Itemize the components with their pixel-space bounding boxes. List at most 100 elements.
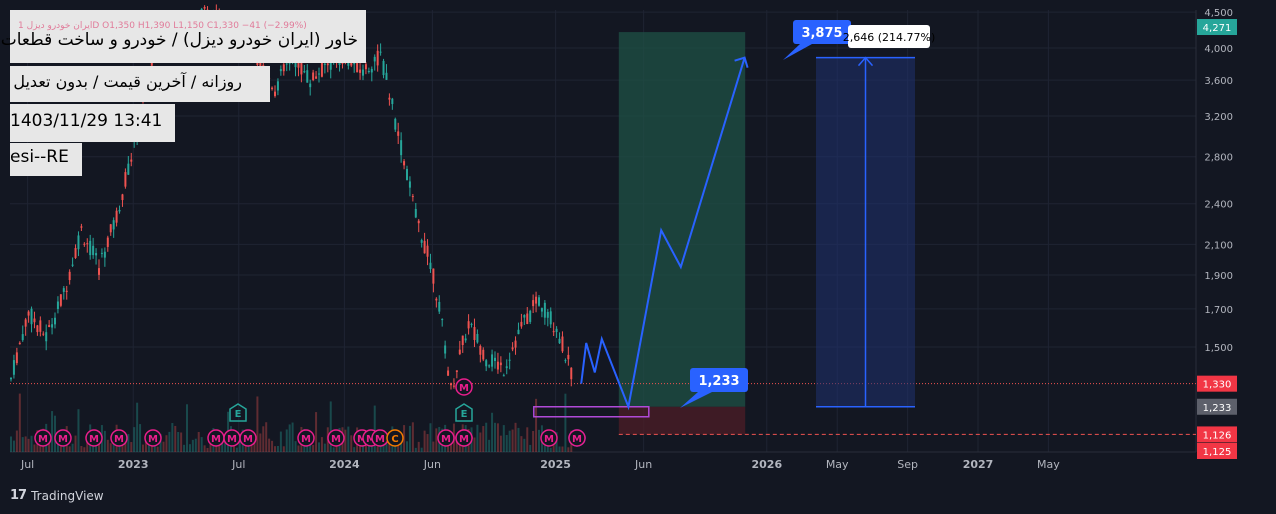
entry-label-text: 1,233: [698, 374, 739, 389]
tradingview-logo-icon: 17: [10, 488, 27, 503]
candle: [115, 210, 118, 223]
event-marker[interactable]: M: [568, 429, 586, 447]
candle: [397, 131, 400, 136]
volume-bar: [130, 442, 133, 452]
candle: [65, 290, 68, 292]
event-marker[interactable]: M: [437, 429, 455, 447]
event-marker-text: M: [544, 434, 554, 445]
event-marker[interactable]: M: [540, 429, 558, 447]
candle: [438, 301, 441, 312]
event-marker[interactable]: M: [239, 429, 257, 447]
candle: [12, 360, 15, 375]
event-marker[interactable]: M: [144, 429, 162, 447]
event-marker[interactable]: M: [297, 429, 315, 447]
event-marker[interactable]: M: [110, 429, 128, 447]
volume-bar: [188, 444, 191, 452]
candle: [203, 7, 206, 9]
candle: [282, 64, 285, 72]
event-marker[interactable]: M: [371, 429, 389, 447]
volume-bar: [549, 447, 552, 452]
candle: [417, 220, 420, 224]
volume-bar: [526, 427, 529, 452]
volume-bar: [315, 412, 318, 452]
volume-bar: [420, 447, 423, 452]
candle: [391, 98, 394, 105]
event-marker-text: M: [301, 434, 311, 445]
event-marker[interactable]: M: [207, 429, 225, 447]
volume-bar: [191, 439, 194, 452]
candle: [555, 328, 558, 333]
event-marker[interactable]: C: [386, 429, 404, 447]
candle: [540, 308, 543, 312]
brand[interactable]: 17 TradingView: [10, 488, 104, 503]
event-marker-text: M: [331, 434, 341, 445]
candle: [10, 378, 12, 380]
event-marker[interactable]: M: [54, 429, 72, 447]
volume-bar: [15, 430, 18, 452]
x-tick-label: Sep: [897, 458, 918, 471]
candle: [517, 329, 520, 335]
candle: [464, 338, 467, 341]
candle: [505, 366, 508, 369]
volume-bar: [429, 423, 432, 452]
volume-bar: [194, 438, 197, 452]
candle: [62, 288, 65, 292]
event-marker[interactable]: M: [455, 429, 473, 447]
candle: [124, 172, 127, 187]
volume-bar: [10, 436, 12, 452]
candle: [382, 60, 385, 76]
volume-bar: [323, 443, 326, 452]
event-marker[interactable]: M: [85, 429, 103, 447]
event-marker-text: M: [375, 434, 385, 445]
volume-bar: [18, 393, 21, 452]
page-title: خاور (ایران خودرو دیزل) / خودرو و ساخت ق…: [0, 30, 358, 50]
event-marker-text: M: [211, 434, 221, 445]
event-marker-text: M: [114, 434, 124, 445]
candle: [373, 56, 376, 62]
event-marker[interactable]: M: [327, 429, 345, 447]
event-marker-text: M: [243, 434, 253, 445]
volume-bar: [344, 429, 347, 452]
price-tag: 1,233: [1197, 398, 1237, 415]
volume-bar: [406, 441, 408, 452]
volume-bar: [312, 444, 315, 452]
y-tick-label: 1,700: [1204, 305, 1233, 316]
candle: [552, 331, 555, 333]
candle: [74, 248, 77, 258]
volume-bar: [162, 441, 165, 452]
candle: [567, 354, 570, 360]
candle: [98, 268, 100, 275]
volume-bar: [511, 429, 514, 452]
volume-bar: [186, 404, 188, 452]
candle: [385, 72, 388, 80]
volume-bar: [282, 446, 285, 452]
candle: [59, 294, 62, 306]
price-tag: 1,126: [1197, 426, 1237, 443]
volume-bar: [259, 433, 262, 452]
candle: [411, 196, 414, 198]
brand-name: TradingView: [31, 488, 104, 503]
candle: [450, 383, 452, 386]
price-tag-text: 4,271: [1203, 23, 1232, 34]
volume-bar: [353, 447, 356, 452]
event-marker[interactable]: M: [223, 429, 241, 447]
volume-bar: [285, 429, 288, 452]
volume-bar: [256, 396, 259, 452]
volume-bar: [514, 422, 517, 452]
event-marker[interactable]: M: [34, 429, 52, 447]
volume-bar: [268, 438, 271, 452]
volume-bar: [294, 441, 297, 452]
event-marker-text: E: [235, 409, 242, 420]
event-marker[interactable]: M: [455, 378, 473, 396]
volume-bar: [271, 440, 274, 452]
candle: [21, 334, 24, 341]
candle: [408, 181, 411, 188]
datetime: 1403/11/29 13:41: [10, 111, 163, 131]
subtitle: روزانه / آخرین قیمت / بدون تعدیل: [13, 72, 242, 91]
candle: [303, 71, 306, 73]
candle: [432, 268, 435, 284]
volume-bar: [408, 425, 411, 452]
x-tick-label: 2025: [540, 458, 571, 471]
title-box: ایران خودرو دیزل 1D O1,350 H1,390 L1,150…: [1, 10, 366, 63]
y-tick-label: 4,500: [1204, 8, 1233, 19]
